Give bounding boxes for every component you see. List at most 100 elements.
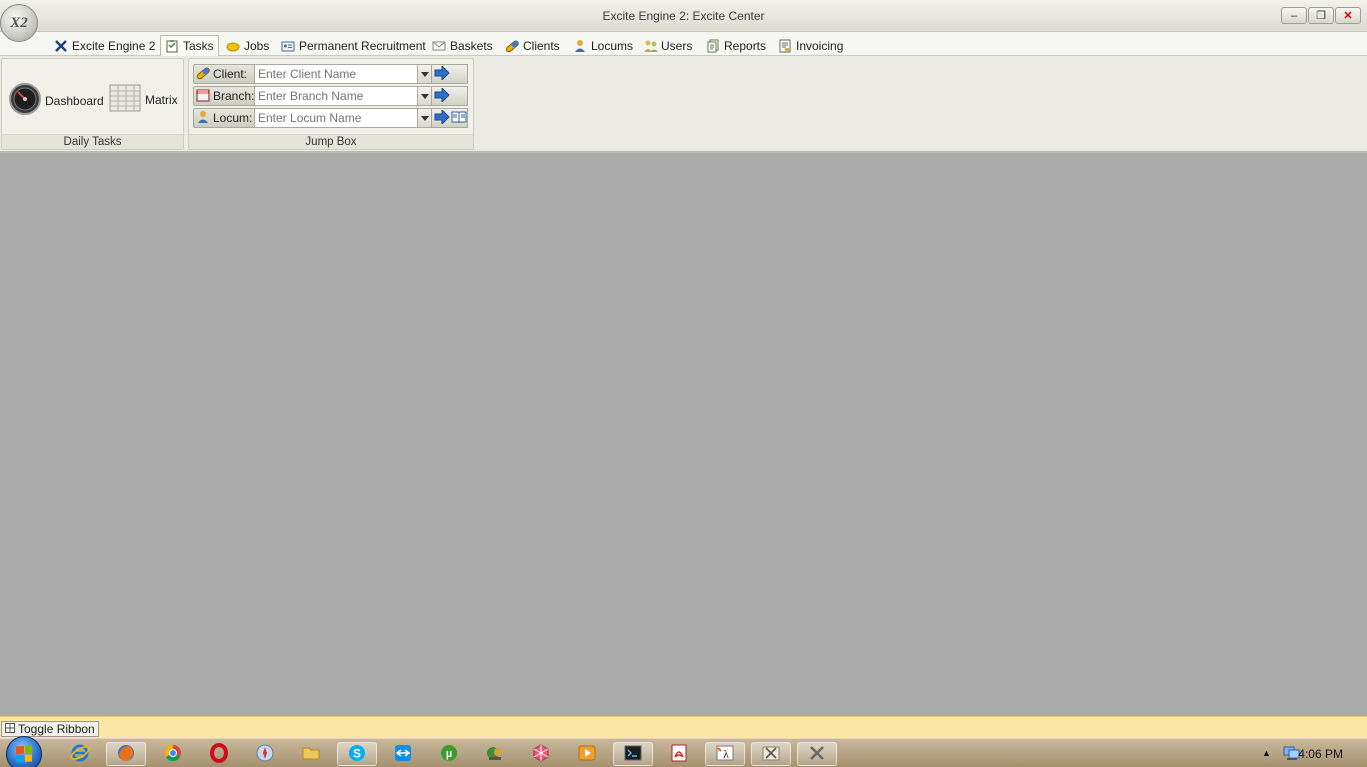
taskbar-utorrent[interactable]: µ [429,742,469,766]
tab-label: Reports [724,38,767,53]
ribbon: Dashboard Matrix Daily Tasks Client: Ent… [0,56,1367,153]
grid-icon [5,722,15,736]
ribbon-tab-row: Excite Engine 2 Tasks Jobs Permanent Rec… [0,32,1367,56]
taskbar-teamviewer[interactable] [383,742,423,766]
close-button[interactable]: ✕ [1335,7,1361,24]
tab-permanent-recruitment[interactable]: Permanent Recruitment [277,35,430,56]
client-go-button[interactable] [432,64,468,84]
taskbar-tools-app[interactable] [751,742,791,766]
pdf-icon [669,743,689,766]
application-menu-button[interactable]: X2 [0,4,38,42]
taskbar-media-player[interactable] [567,742,607,766]
internet-explorer-icon [70,743,90,766]
locum-label: Locum: [193,108,255,128]
matrix-button[interactable]: Matrix [109,83,178,116]
utorrent-icon: µ [439,743,459,766]
branch-label-text: Branch: [213,89,255,103]
tab-tasks[interactable]: Tasks [160,35,219,56]
windows-taskbar: S µ λ ▲ 4:06 PM [0,736,1367,767]
taskbar-excite-engine[interactable] [797,742,837,766]
play-icon [577,743,597,766]
pill-icon [505,39,519,53]
locum-label-text: Locum: [213,111,253,125]
show-hidden-icons-button[interactable]: ▲ [1262,748,1271,758]
taskbar-internet-explorer[interactable] [60,742,100,766]
tab-clients[interactable]: Clients [501,35,564,56]
svg-text:µ: µ [446,748,452,760]
tab-locums[interactable]: Locums [569,35,637,56]
compass-icon [255,743,275,766]
lambda-icon: λ [715,743,735,766]
toggle-ribbon-button[interactable]: Toggle Ribbon [1,721,99,737]
tab-reports[interactable]: Reports [702,35,770,56]
matrix-label: Matrix [145,92,178,107]
branch-go-button[interactable] [432,86,468,106]
taskbar-puzzle-app[interactable] [521,742,561,766]
terminal-icon [623,743,643,766]
x2-icon [807,743,827,766]
window-controls: – ❐ ✕ [1281,7,1361,24]
client-name-input[interactable] [255,64,418,84]
branch-label: Branch: [193,86,255,106]
system-tray: ▲ 4:06 PM [1207,739,1367,767]
jump-box-group-label: Jump Box [189,134,473,149]
shop-front-icon [196,88,210,105]
taskbar-chrome[interactable] [153,742,193,766]
tab-excite-engine-2[interactable]: Excite Engine 2 [50,35,159,56]
taskbar-safari[interactable] [245,742,285,766]
tab-invoicing[interactable]: Invoicing [774,35,847,56]
client-dropdown-button[interactable] [418,64,432,84]
svg-text:λ: λ [723,747,729,761]
tab-label: Clients [523,38,560,53]
x2-icon [54,39,68,53]
arrow-right-icon [434,86,450,105]
locum-go-button[interactable] [432,108,468,128]
start-button[interactable] [6,736,42,767]
x2-logo-icon: X2 [10,14,28,31]
tab-users[interactable]: Users [639,35,696,56]
tab-label: Baskets [450,38,493,53]
taskbar-acrobat[interactable] [659,742,699,766]
taskbar-firefox[interactable] [106,742,146,766]
clipboard-icon [165,39,179,53]
branch-jump-row: Branch: [193,86,468,106]
envelope-icon [432,39,446,53]
taskbar-skype[interactable]: S [337,742,377,766]
tab-jobs[interactable]: Jobs [222,35,273,56]
windows-logo-icon [16,745,32,763]
branch-dropdown-button[interactable] [418,86,432,106]
puzzle-icon [531,743,551,766]
person-icon [196,110,210,127]
book-icon[interactable] [451,110,467,127]
firefox-icon [116,743,136,766]
chevron-down-icon [420,89,429,103]
locum-name-input[interactable] [255,108,418,128]
restore-button[interactable]: ❐ [1308,7,1334,24]
teamviewer-icon [393,743,413,766]
taskbar-terminal[interactable] [613,742,653,766]
locum-dropdown-button[interactable] [418,108,432,128]
dashboard-button[interactable]: Dashboard [9,83,104,118]
arrow-right-icon [434,64,450,83]
person-icon [573,39,587,53]
network-globe-icon [485,743,505,766]
locum-jump-row: Locum: [193,108,468,128]
taskbar-lambda-app[interactable]: λ [705,742,745,766]
skype-icon: S [347,743,367,766]
arrow-right-icon [434,108,450,127]
jump-box-group: Client: Branch: [188,58,474,150]
client-label-text: Client: [213,67,248,81]
minimize-button[interactable]: – [1281,7,1307,24]
title-bar: Excite Engine 2: Excite Center – ❐ ✕ [0,0,1367,32]
taskbar-network-app[interactable] [475,742,515,766]
tab-baskets[interactable]: Baskets [428,35,497,56]
opera-icon [209,742,229,766]
clock[interactable]: 4:06 PM [1298,747,1343,761]
daily-tasks-group: Dashboard Matrix Daily Tasks [1,58,184,150]
window-title: Excite Engine 2: Excite Center [602,9,765,23]
tab-label: Excite Engine 2 [72,38,156,53]
taskbar-opera[interactable] [199,742,239,766]
invoice-icon [778,39,792,53]
branch-name-input[interactable] [255,86,418,106]
taskbar-file-explorer[interactable] [291,742,331,766]
